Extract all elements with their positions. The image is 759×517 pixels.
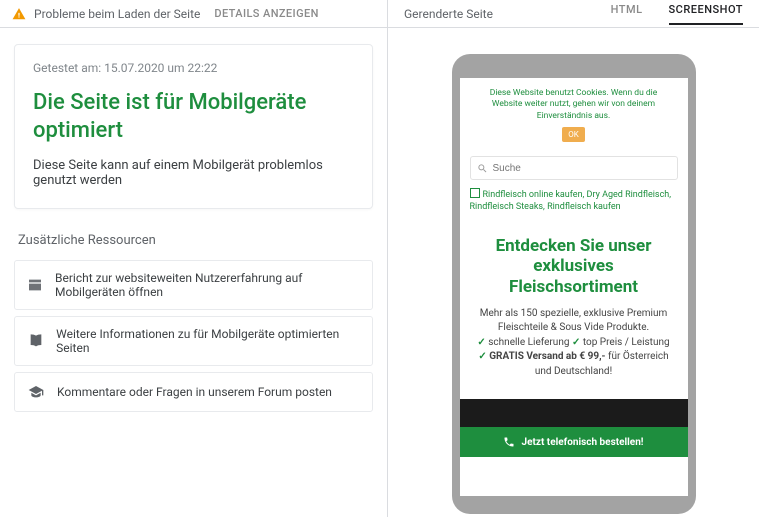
preview-area: Diese Website benutzt Cookies. Wenn du d… bbox=[388, 28, 759, 517]
details-link[interactable]: DETAILS ANZEIGEN bbox=[214, 7, 318, 20]
rendered-page-label: Gerenderte Seite bbox=[404, 7, 493, 21]
tested-timestamp: Getestet am: 15.07.2020 um 22:22 bbox=[33, 61, 354, 75]
result-title: Die Seite ist für Mobilgeräte optimiert bbox=[33, 89, 354, 144]
result-card: Getestet am: 15.07.2020 um 22:22 Die Sei… bbox=[14, 44, 373, 209]
phone-frame: Diese Website benutzt Cookies. Wenn du d… bbox=[452, 54, 696, 514]
right-panel: Gerenderte Seite HTML SCREENSHOT Diese W… bbox=[388, 0, 759, 517]
tab-html[interactable]: HTML bbox=[611, 3, 643, 25]
phone-screen: Diese Website benutzt Cookies. Wenn du d… bbox=[460, 78, 688, 496]
webpage-icon bbox=[27, 276, 43, 294]
left-top-bar: Probleme beim Laden der Seite DETAILS AN… bbox=[0, 0, 387, 28]
hero-title: Entdecken Sie unser exklusives Fleischso… bbox=[474, 236, 674, 297]
resource-label: Kommentare oder Fragen in unserem Forum … bbox=[57, 385, 332, 399]
right-top-bar: Gerenderte Seite HTML SCREENSHOT bbox=[388, 0, 759, 28]
book-icon bbox=[27, 332, 44, 350]
dark-image-strip bbox=[460, 399, 688, 427]
resources-heading: Zusätzliche Ressourcen bbox=[18, 233, 369, 248]
check-icon: ✓ bbox=[478, 351, 486, 362]
resource-item-forum[interactable]: Kommentare oder Fragen in unserem Forum … bbox=[14, 372, 373, 412]
cta-bar[interactable]: Jetzt telefonisch bestellen! bbox=[460, 427, 688, 457]
resource-label: Weitere Informationen zu für Mobilgeräte… bbox=[56, 327, 360, 355]
phone-icon bbox=[503, 436, 515, 448]
cookie-ok-button[interactable]: OK bbox=[562, 127, 585, 142]
result-description: Diese Seite kann auf einem Mobilgerät pr… bbox=[33, 158, 354, 188]
hero-description: Mehr als 150 spezielle, exklusive Premiu… bbox=[474, 307, 674, 380]
graduation-icon bbox=[27, 383, 45, 401]
search-input[interactable] bbox=[493, 163, 671, 174]
cookie-text: Diese Website benutzt Cookies. Wenn du d… bbox=[476, 88, 672, 122]
hero-section: Entdecken Sie unser exklusives Fleischso… bbox=[460, 216, 688, 390]
cta-label: Jetzt telefonisch bestellen! bbox=[521, 437, 643, 448]
resource-item-report[interactable]: Bericht zur websiteweiten Nutzererfahrun… bbox=[14, 260, 373, 310]
resource-label: Bericht zur websiteweiten Nutzererfahrun… bbox=[55, 271, 360, 299]
broken-image-alt: Rindfleisch online kaufen, Dry Aged Rind… bbox=[460, 186, 688, 215]
check-icon: ✓ bbox=[572, 337, 580, 348]
warning-text: Probleme beim Laden der Seite bbox=[34, 7, 200, 21]
search-field[interactable] bbox=[470, 156, 678, 180]
left-panel: Probleme beim Laden der Seite DETAILS AN… bbox=[0, 0, 388, 517]
check-icon: ✓ bbox=[477, 337, 485, 348]
resource-item-info[interactable]: Weitere Informationen zu für Mobilgeräte… bbox=[14, 316, 373, 366]
search-icon bbox=[477, 163, 488, 174]
tab-screenshot[interactable]: SCREENSHOT bbox=[669, 3, 743, 25]
cookie-banner: Diese Website benutzt Cookies. Wenn du d… bbox=[460, 78, 688, 150]
warning-icon bbox=[12, 7, 26, 21]
